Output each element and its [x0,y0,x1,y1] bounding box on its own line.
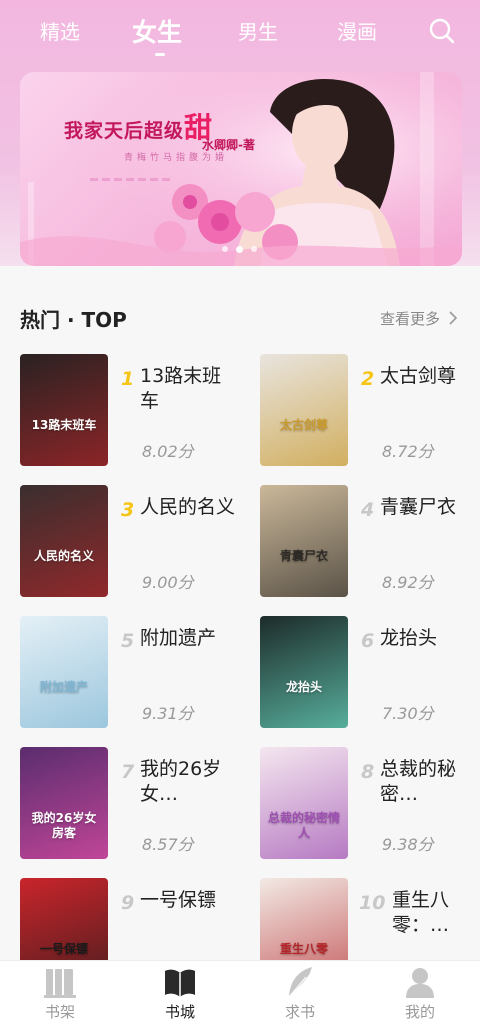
section-title: 热门 · TOP [20,308,127,332]
book-cover[interactable]: 龙抬头 [260,616,348,728]
book-open-icon [165,969,195,997]
book-rank: 9 [121,892,135,914]
bottom-nav: 书架 书城 求书 我的 [0,960,480,1024]
book-title: 青囊尸衣 [380,496,457,518]
book-cover-title: 我的26岁女房客 [31,811,97,840]
book-cover-title: 太古剑尊 [279,418,328,432]
book-cover-title: 人民的名义 [33,549,94,563]
book-rank: 10 [359,892,386,914]
book-item[interactable]: 附加遗产 5 附加遗产 9.31分 [20,616,240,730]
see-more-link[interactable]: 查看更多 [380,308,458,329]
book-title: 重生八零：… [392,889,450,936]
book-rank: 5 [121,630,135,652]
banner-artwork [20,72,462,266]
chevron-right-icon [449,311,457,325]
tab-featured[interactable]: 精选 [40,16,80,45]
book-cover[interactable]: 13路末班车 [20,354,108,466]
book-cover-title: 龙抬头 [285,680,322,694]
book-title: 我的26岁女… [140,758,222,805]
book-rank: 2 [361,368,375,390]
user-icon [406,968,434,998]
book-score: 8.02分 [142,442,194,461]
search-icon[interactable] [428,17,456,45]
book-score: 8.72分 [382,442,434,461]
carousel-dots [222,246,257,253]
book-title: 龙抬头 [380,627,438,649]
active-tab-indicator [155,53,165,56]
promo-banner[interactable]: 我家天后超级甜 水卿卿-著 青梅竹马指腹为婚 [20,72,462,266]
bookshelf-icon [44,969,76,998]
book-cover-title: 总裁的秘密情人 [267,811,340,840]
bottom-nav-bookstore[interactable]: 书城 [120,961,240,1024]
book-title: 人民的名义 [140,496,236,518]
book-title: 一号保镖 [140,889,217,911]
book-cover-title: 13路末班车 [31,418,97,432]
book-cover[interactable]: 人民的名义 [20,485,108,597]
tab-female[interactable]: 女生 [132,13,182,49]
book-cover[interactable]: 附加遗产 [20,616,108,728]
book-item[interactable]: 青囊尸衣 4 青囊尸衣 8.92分 [260,485,480,599]
feather-icon [288,967,312,998]
bottom-nav-request[interactable]: 求书 [240,961,360,1024]
book-item[interactable]: 我的26岁女房客 7 我的26岁女… 8.57分 [20,747,240,861]
tab-male[interactable]: 男生 [238,16,278,45]
book-item[interactable]: 13路末班车 1 13路末班车 8.02分 [20,354,240,468]
book-rank: 8 [361,761,375,783]
book-item[interactable]: 人民的名义 3 人民的名义 9.00分 [20,485,240,599]
book-rank: 3 [121,499,135,521]
banner-title: 我家天后超级甜 [64,111,214,144]
top-nav: 精选 女生 男生 漫画 [0,0,480,64]
book-title: 总裁的秘密… [380,758,457,805]
book-cover-title: 青囊尸衣 [279,549,328,563]
bottom-nav-label: 求书 [284,1003,315,1021]
bottom-nav-label: 书架 [44,1003,75,1021]
bottom-nav-bookshelf[interactable]: 书架 [0,961,120,1024]
book-item[interactable]: 太古剑尊 2 太古剑尊 8.72分 [260,354,480,468]
book-score: 7.30分 [382,704,434,723]
book-title: 太古剑尊 [380,365,457,387]
carousel-dot[interactable] [222,246,228,252]
book-item[interactable]: 总裁的秘密情人 8 总裁的秘密… 9.38分 [260,747,480,861]
book-title: 13路末班车 [140,365,222,412]
book-cover[interactable]: 总裁的秘密情人 [260,747,348,859]
book-score: 8.92分 [382,573,434,592]
book-title: 附加遗产 [140,627,217,649]
banner-tagline: 青梅竹马指腹为婚 [124,153,229,163]
book-rank: 6 [361,630,375,652]
book-cover-title: 附加遗产 [39,680,88,694]
book-item[interactable]: 龙抬头 6 龙抬头 7.30分 [260,616,480,730]
see-more-label: 查看更多 [380,310,441,328]
book-rank: 1 [121,368,135,390]
book-cover-title: 重生八零 [279,942,328,956]
book-score: 8.57分 [142,835,194,854]
book-score: 9.38分 [382,835,434,854]
book-cover-title: 一号保镖 [39,942,88,956]
book-cover[interactable]: 我的26岁女房客 [20,747,108,859]
carousel-dot[interactable] [251,246,257,252]
book-rank: 4 [361,499,375,521]
book-score: 9.31分 [142,704,194,723]
book-cover[interactable]: 太古剑尊 [260,354,348,466]
book-rank: 7 [121,761,135,783]
book-cover[interactable]: 青囊尸衣 [260,485,348,597]
bottom-nav-label: 书城 [164,1003,195,1021]
book-score: 9.00分 [142,573,194,592]
bottom-nav-profile[interactable]: 我的 [360,961,480,1024]
bottom-nav-label: 我的 [404,1003,435,1021]
tab-comics[interactable]: 漫画 [337,16,377,45]
main-content: 热门 · TOP 查看更多 13路末班车 1 13路末班车 8.02分 太古剑尊 2 太古剑… [0,266,480,990]
carousel-dot-active[interactable] [236,246,243,253]
